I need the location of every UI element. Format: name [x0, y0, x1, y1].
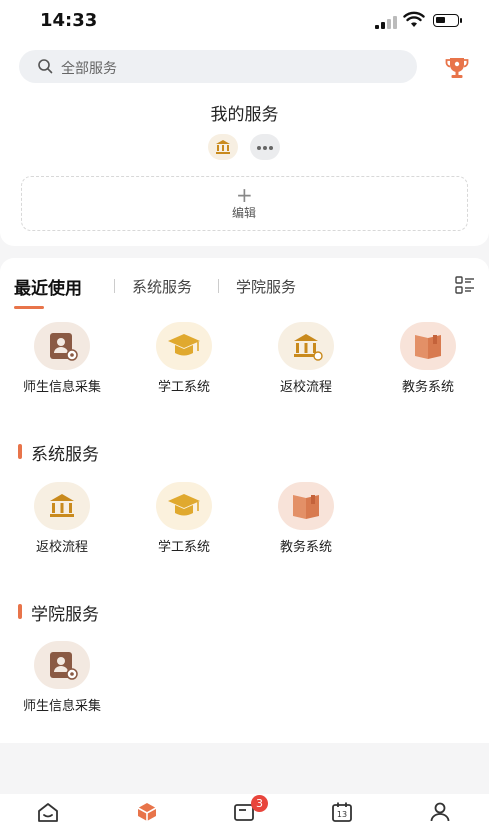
bottom-nav: 13 [0, 794, 489, 827]
app-label: 返校流程 [279, 380, 332, 395]
app-label: 学工系统 [157, 380, 210, 395]
trophy-icon[interactable] [444, 54, 470, 80]
app-label: 学工系统 [157, 540, 210, 555]
my-services-title: 我的服务 [210, 105, 279, 125]
favorite-institution-button[interactable] [208, 134, 238, 160]
list-view-icon[interactable] [455, 276, 475, 294]
services-icon[interactable] [135, 800, 159, 824]
search-bar[interactable]: 全部服务 [19, 50, 417, 83]
plus-icon: + [236, 183, 253, 207]
home-icon[interactable] [36, 800, 60, 824]
wifi-icon [403, 11, 425, 27]
app-label: 师生信息采集 [22, 380, 101, 395]
status-bar: 14:33 [0, 0, 489, 44]
id-card-icon [34, 322, 90, 370]
battery-icon [433, 14, 462, 27]
graduation-cap-icon [156, 482, 212, 530]
institution-icon [216, 140, 230, 154]
graduation-cap-icon [156, 322, 212, 370]
search-placeholder: 全部服务 [61, 61, 117, 77]
search-icon [38, 59, 53, 74]
institution-icon [278, 322, 334, 370]
tab-divider [114, 279, 115, 293]
status-time: 14:33 [40, 10, 98, 31]
section-marker [18, 604, 22, 619]
app-label: 教务系统 [279, 540, 332, 555]
profile-icon[interactable] [428, 800, 452, 824]
app-label: 师生信息采集 [22, 699, 101, 714]
tab-recent[interactable]: 最近使用 [14, 274, 82, 299]
section-title-system: 系统服务 [18, 440, 99, 465]
calendar-icon[interactable]: 13 [330, 800, 354, 824]
signal-icon [375, 15, 397, 29]
active-tab-indicator [14, 306, 44, 309]
more-button[interactable] [250, 134, 280, 160]
app-label: 教务系统 [401, 380, 454, 395]
service-tabs: 最近使用 系统服务 学院服务 [0, 258, 489, 312]
institution-icon [34, 482, 90, 530]
edit-services-button[interactable]: + 编辑 [21, 176, 468, 231]
id-card-icon [34, 641, 90, 689]
book-icon [400, 322, 456, 370]
book-icon [278, 482, 334, 530]
edit-label: 编辑 [231, 206, 256, 220]
services-panel: 最近使用 系统服务 学院服务 师生信息采集 学工系统 返校流程 教务系统 系统服… [0, 258, 489, 743]
header-area: 14:33 全部服务 我的服务 + 编辑 [0, 0, 489, 246]
section-marker [18, 444, 22, 459]
tasks-badge: 3 [251, 795, 268, 812]
tab-college-services[interactable]: 学院服务 [236, 276, 296, 297]
tab-divider [218, 279, 219, 293]
svg-text:13: 13 [337, 810, 347, 819]
app-label: 返校流程 [35, 540, 88, 555]
tab-system-services[interactable]: 系统服务 [132, 276, 192, 297]
section-title-college: 学院服务 [18, 600, 99, 625]
